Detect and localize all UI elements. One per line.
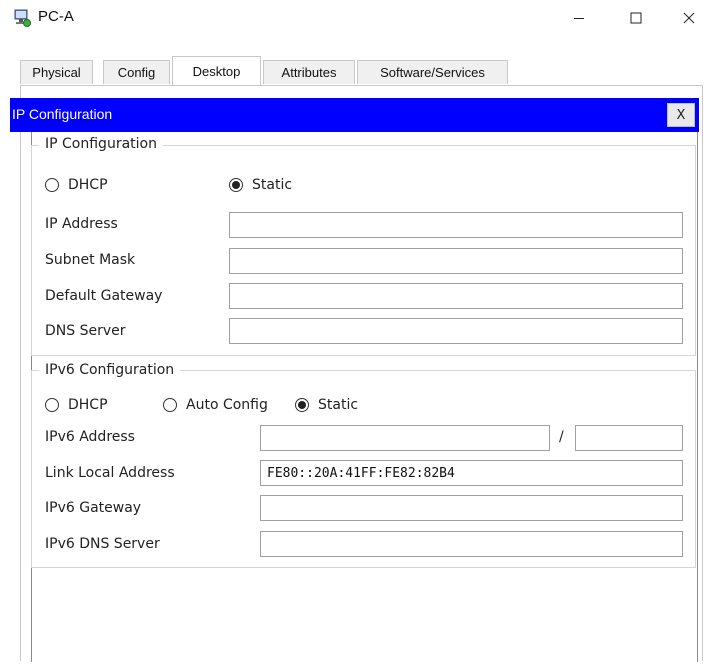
ip-configuration-close-button[interactable]: X	[667, 103, 695, 127]
radio-unchecked-icon	[45, 398, 59, 412]
ipv6-dhcp-radio[interactable]: DHCP	[45, 397, 108, 413]
ipv6-gateway-input[interactable]	[260, 495, 683, 521]
subnet-mask-label: Subnet Mask	[45, 252, 136, 268]
radio-checked-icon	[295, 398, 309, 412]
subnet-mask-input[interactable]	[229, 248, 683, 274]
ipv4-static-label: Static	[252, 177, 293, 193]
ipv6-address-input[interactable]	[260, 425, 550, 451]
ipv4-group-title: IP Configuration	[39, 136, 163, 152]
ip-address-label: IP Address	[45, 216, 118, 232]
default-gateway-label: Default Gateway	[45, 288, 163, 304]
dns-server-input[interactable]	[229, 318, 683, 344]
ip-address-input[interactable]	[229, 212, 683, 238]
window-title: PC-A	[38, 8, 74, 25]
window-titlebar: PC-A	[0, 0, 711, 36]
ipv4-static-radio[interactable]: Static	[229, 177, 292, 193]
link-local-address-label: Link Local Address	[45, 465, 175, 481]
tab-physical[interactable]: Physical	[20, 60, 93, 84]
ip-configuration-header-title: IP Configuration	[12, 106, 113, 122]
link-local-address-input[interactable]	[260, 460, 683, 486]
radio-unchecked-icon	[163, 398, 177, 412]
minimize-button[interactable]	[557, 0, 601, 36]
ipv6-dns-server-label: IPv6 DNS Server	[45, 536, 160, 552]
ipv6-dhcp-label: DHCP	[68, 397, 108, 413]
maximize-button[interactable]	[614, 0, 658, 36]
pc-app-icon	[12, 8, 32, 28]
close-icon	[683, 12, 695, 24]
tab-attributes[interactable]: Attributes	[263, 60, 355, 84]
ipv6-auto-config-radio[interactable]: Auto Config	[163, 397, 268, 413]
radio-unchecked-icon	[45, 178, 59, 192]
tab-software-services[interactable]: Software/Services	[357, 60, 508, 84]
prefix-separator: /	[559, 429, 564, 445]
ipv6-gateway-label: IPv6 Gateway	[45, 500, 142, 516]
ip-configuration-header: IP Configuration X	[10, 98, 699, 132]
ipv6-group-title: IPv6 Configuration	[39, 362, 181, 378]
ipv6-auto-config-label: Auto Config	[186, 397, 268, 413]
ipv4-dhcp-label: DHCP	[68, 177, 108, 193]
maximize-icon	[630, 12, 642, 24]
minimize-icon	[574, 18, 584, 19]
ipv6-static-label: Static	[318, 397, 359, 413]
tab-desktop[interactable]: Desktop	[172, 56, 261, 85]
tab-config[interactable]: Config	[103, 60, 170, 84]
default-gateway-input[interactable]	[229, 283, 683, 309]
close-window-button[interactable]	[667, 0, 711, 36]
ipv6-dns-server-input[interactable]	[260, 531, 683, 557]
radio-checked-icon	[229, 178, 243, 192]
ipv6-address-label: IPv6 Address	[45, 429, 135, 445]
ipv6-prefix-input[interactable]	[575, 425, 683, 451]
ipv4-dhcp-radio[interactable]: DHCP	[45, 177, 108, 193]
dns-server-label: DNS Server	[45, 323, 126, 339]
ipv6-static-radio[interactable]: Static	[295, 397, 358, 413]
